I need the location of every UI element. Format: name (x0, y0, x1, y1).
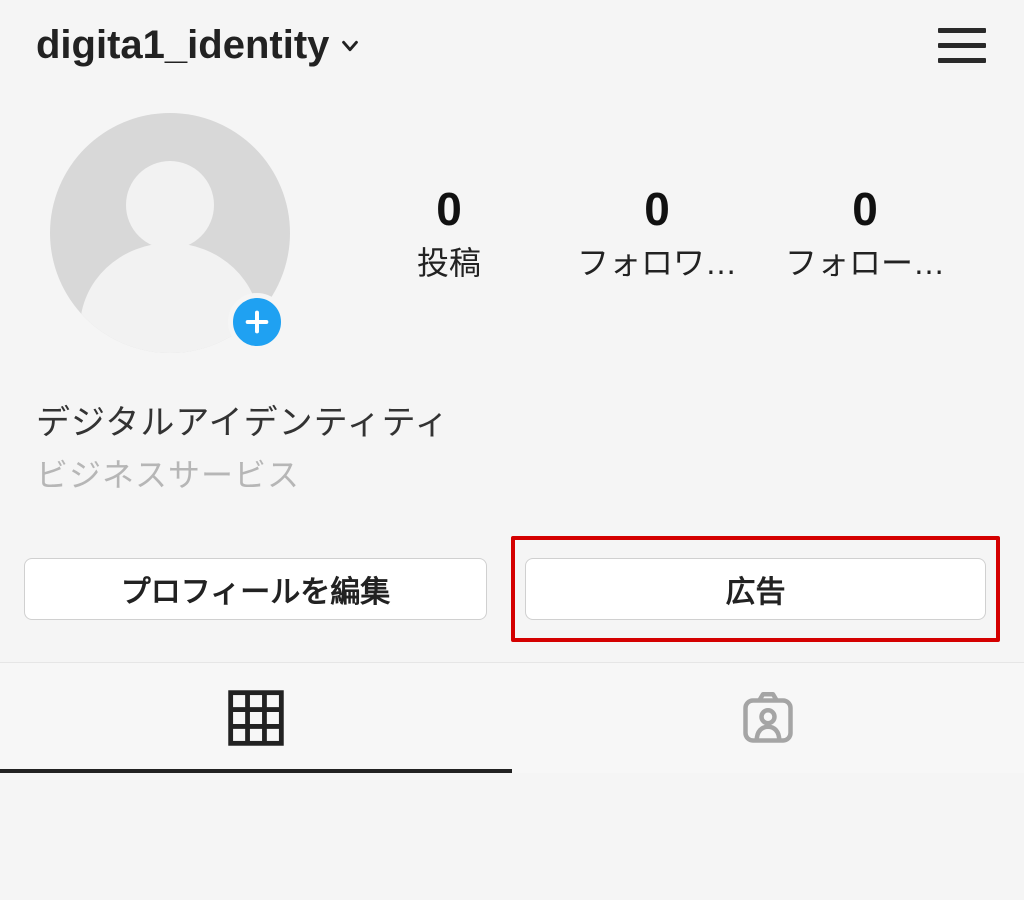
action-buttons: プロフィールを編集 広告 (0, 496, 1024, 656)
stat-posts-label: 投稿 (417, 238, 481, 284)
profile-tabs (0, 662, 1024, 773)
display-name: デジタルアイデンティティ (36, 395, 988, 444)
bio-section: デジタルアイデンティティ ビジネスサービス (0, 365, 1024, 496)
stats-row: 0 投稿 0 フォロワ… 0 フォロー… (330, 182, 970, 284)
ads-button[interactable]: 広告 (525, 558, 986, 620)
stat-followers-count: 0 (644, 182, 670, 236)
stat-following-count: 0 (852, 182, 878, 236)
stat-following-label: フォロー… (785, 238, 945, 284)
business-category: ビジネスサービス (36, 450, 988, 496)
stat-following[interactable]: 0 フォロー… (766, 182, 964, 284)
menu-button[interactable] (936, 22, 988, 69)
stat-followers-label: フォロワ… (577, 238, 737, 284)
username-text: digita1_identity (36, 23, 329, 68)
stat-followers[interactable]: 0 フォロワ… (558, 182, 756, 284)
grid-icon (224, 686, 288, 750)
add-story-button[interactable] (228, 293, 286, 351)
avatar[interactable] (50, 113, 290, 353)
profile-summary: 0 投稿 0 フォロワ… 0 フォロー… (0, 87, 1024, 365)
chevron-down-icon (339, 29, 361, 62)
edit-profile-button[interactable]: プロフィールを編集 (24, 558, 487, 620)
profile-header: digita1_identity (0, 0, 1024, 87)
tab-grid[interactable] (0, 663, 512, 773)
tagged-icon (738, 688, 798, 748)
username-switcher[interactable]: digita1_identity (36, 23, 361, 68)
tab-tagged[interactable] (512, 663, 1024, 773)
stat-posts-count: 0 (436, 182, 462, 236)
stat-posts[interactable]: 0 投稿 (350, 182, 548, 284)
plus-icon (243, 308, 271, 336)
ads-highlight: 広告 (511, 536, 1000, 642)
